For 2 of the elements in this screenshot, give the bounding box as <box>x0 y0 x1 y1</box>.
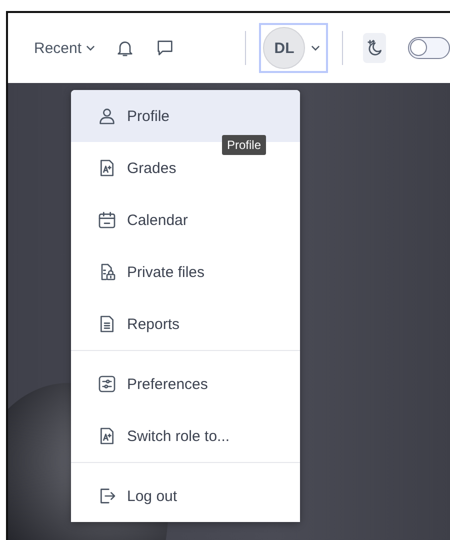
tooltip: Profile <box>222 135 266 155</box>
user-avatar: DL <box>263 27 306 69</box>
